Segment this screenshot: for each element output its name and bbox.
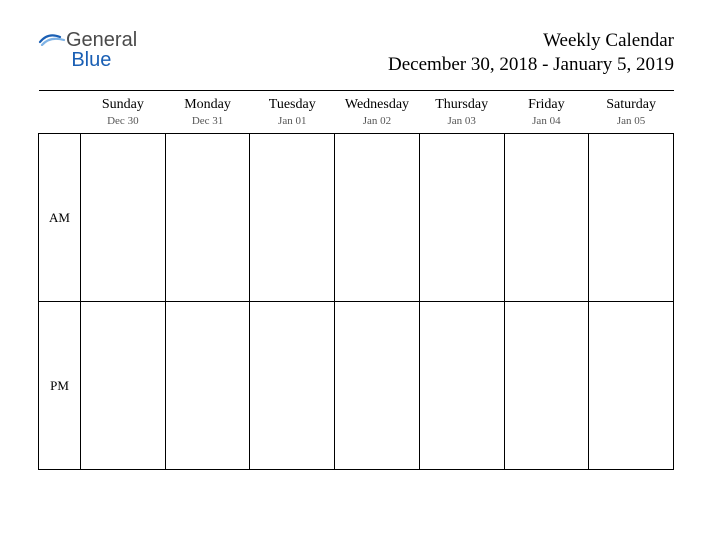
header: General Blue Weekly Calendar December 30… bbox=[38, 30, 674, 76]
logo-text-1: General bbox=[66, 29, 137, 51]
calendar-cell bbox=[165, 134, 250, 302]
day-date: Jan 03 bbox=[419, 115, 504, 134]
day-header: Sunday bbox=[81, 91, 166, 116]
calendar-cell bbox=[504, 134, 589, 302]
day-date: Dec 30 bbox=[81, 115, 166, 134]
day-date: Jan 05 bbox=[589, 115, 674, 134]
logo-text-2: Blue bbox=[71, 49, 111, 71]
am-row: AM bbox=[39, 134, 674, 302]
page-title: Weekly Calendar bbox=[388, 30, 674, 52]
day-header: Friday bbox=[504, 91, 589, 116]
calendar-cell bbox=[419, 134, 504, 302]
calendar-cell bbox=[589, 134, 674, 302]
calendar-cell bbox=[250, 302, 335, 470]
day-header: Wednesday bbox=[335, 91, 420, 116]
calendar-cell bbox=[335, 302, 420, 470]
calendar-cell bbox=[81, 302, 166, 470]
pm-row: PM bbox=[39, 302, 674, 470]
period-label-pm: PM bbox=[39, 302, 81, 470]
day-date-row: Dec 30 Dec 31 Jan 01 Jan 02 Jan 03 Jan 0… bbox=[39, 115, 674, 134]
day-header: Thursday bbox=[419, 91, 504, 116]
day-date: Jan 04 bbox=[504, 115, 589, 134]
day-date: Dec 31 bbox=[165, 115, 250, 134]
calendar-table: Sunday Monday Tuesday Wednesday Thursday… bbox=[38, 90, 674, 470]
calendar-cell bbox=[81, 134, 166, 302]
calendar-cell bbox=[589, 302, 674, 470]
calendar-cell bbox=[250, 134, 335, 302]
title-block: Weekly Calendar December 30, 2018 - Janu… bbox=[388, 30, 674, 76]
logo: General Blue bbox=[38, 30, 137, 70]
day-name-row: Sunday Monday Tuesday Wednesday Thursday… bbox=[39, 91, 674, 116]
calendar-cell bbox=[165, 302, 250, 470]
day-header: Tuesday bbox=[250, 91, 335, 116]
date-range: December 30, 2018 - January 5, 2019 bbox=[388, 54, 674, 76]
logo-swoosh-icon bbox=[38, 30, 68, 44]
calendar-cell bbox=[419, 302, 504, 470]
calendar-cell bbox=[504, 302, 589, 470]
period-label-am: AM bbox=[39, 134, 81, 302]
day-header: Monday bbox=[165, 91, 250, 116]
day-date: Jan 01 bbox=[250, 115, 335, 134]
day-header: Saturday bbox=[589, 91, 674, 116]
day-date: Jan 02 bbox=[335, 115, 420, 134]
calendar-cell bbox=[335, 134, 420, 302]
